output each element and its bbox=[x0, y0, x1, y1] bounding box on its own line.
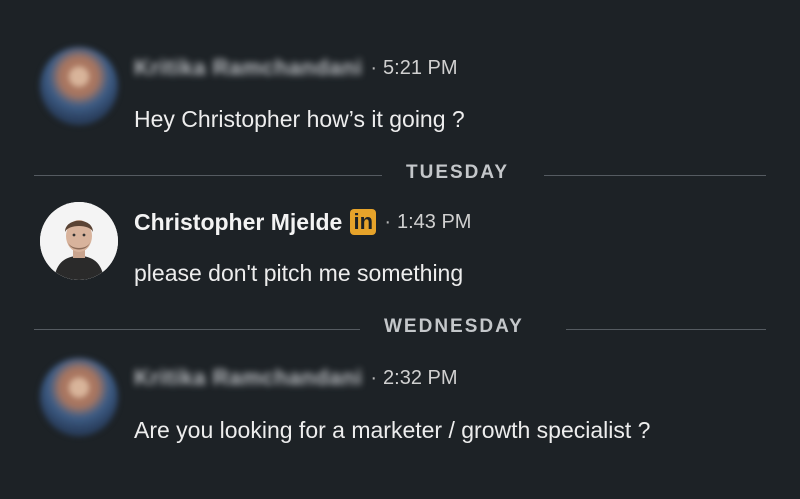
message-time: 2:32 PM bbox=[383, 366, 458, 389]
separator-dot: · bbox=[370, 56, 378, 79]
divider-rule bbox=[34, 175, 382, 176]
message-text: Are you looking for a marketer / growth … bbox=[134, 417, 651, 443]
message-header: Kritika Ramchandani · 2:32 PM bbox=[134, 358, 458, 398]
message-item: Christopher Mjelde in · 1:43 PM please d… bbox=[0, 202, 800, 322]
sender-name[interactable]: Christopher Mjelde bbox=[134, 209, 342, 236]
avatar[interactable] bbox=[40, 47, 118, 125]
message-time: 1:43 PM bbox=[396, 210, 472, 233]
message-text: Hey Christopher how’s it going ? bbox=[134, 106, 465, 132]
divider-rule bbox=[544, 175, 766, 176]
message-header: Kritika Ramchandani · 5:21 PM bbox=[134, 48, 458, 88]
separator-dot: · bbox=[384, 210, 391, 233]
sender-name[interactable]: Kritika Ramchandani bbox=[134, 365, 362, 391]
message-time: 5:21 PM bbox=[383, 56, 458, 79]
date-label: WEDNESDAY bbox=[384, 316, 524, 337]
divider-rule bbox=[566, 329, 766, 330]
date-divider: WEDNESDAY bbox=[34, 314, 766, 344]
profile-photo-icon bbox=[40, 202, 118, 280]
date-divider: TUESDAY bbox=[34, 160, 766, 190]
sender-name[interactable]: Kritika Ramchandani bbox=[134, 55, 362, 81]
date-label: TUESDAY bbox=[406, 162, 510, 183]
message-header: Christopher Mjelde in · 1:43 PM bbox=[134, 202, 471, 242]
linkedin-badge-icon: in bbox=[350, 209, 377, 235]
avatar[interactable] bbox=[40, 202, 118, 280]
avatar[interactable] bbox=[40, 358, 118, 436]
message-text: please don't pitch me something bbox=[134, 260, 464, 286]
message-item: Kritika Ramchandani · 5:21 PM Hey Christ… bbox=[0, 45, 800, 165]
divider-rule bbox=[34, 329, 360, 330]
separator-dot: · bbox=[370, 366, 378, 389]
message-item: Kritika Ramchandani · 2:32 PM Are you lo… bbox=[0, 356, 800, 476]
